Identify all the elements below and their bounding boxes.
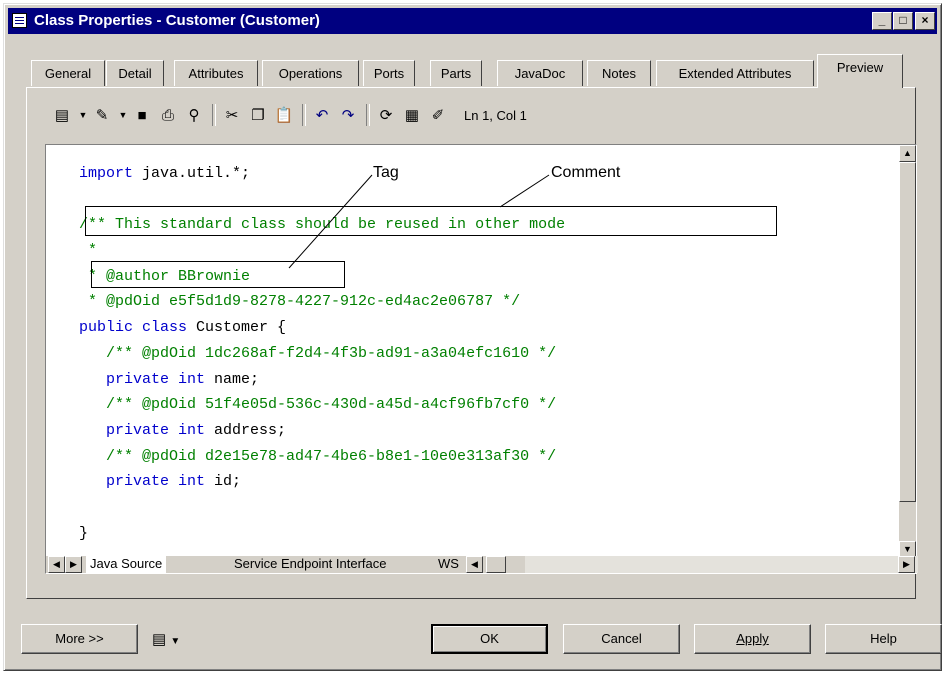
code-token: } [79,524,89,542]
cut-icon[interactable]: ✂ [222,105,242,125]
tab-java-source[interactable]: Java Source [86,556,167,573]
tab-operations[interactable]: Operations [262,60,359,86]
toolbar: ▤ ▼ ✎ ▼ ■ ⎙ ⚲ ✂ ❐ 📋 ↶ ↷ ⟳ ▦ ✐ Ln 1, Col … [52,100,527,130]
code-line[interactable]: /** @pdOid 51f4e05d-536c-430d-a45d-a4cf9… [79,392,565,418]
chevron-down-icon[interactable]: ▼ [118,105,128,125]
code-token: * [79,242,98,260]
hscroll-thumb[interactable] [486,556,506,573]
code-line[interactable]: * @pdOid e5f5d1d9-8278-4227-912c-ed4ac2e… [79,289,565,315]
options-dropdown[interactable]: ▤ ▼ [152,630,180,648]
close-button[interactable]: × [915,12,935,30]
code-line[interactable]: * [79,238,565,264]
hscroll-left-icon[interactable]: ◀ [466,556,483,573]
code-line[interactable]: /** @pdOid d2e15e78-ad47-4be6-b8e1-10e0e… [79,444,565,470]
code-line[interactable]: /** @pdOid 1dc268af-f2d4-4f3b-ad91-a3a04… [79,341,565,367]
code-token: private int [79,370,206,388]
tag-annotation-label: Tag [373,164,399,181]
tab-detail[interactable]: Detail [106,60,164,86]
tab-scroll-left-icon[interactable]: ◀ [48,556,65,573]
comment-annotation-label: Comment [551,164,621,181]
refresh-icon[interactable]: ⟳ [376,105,396,125]
copy-icon[interactable]: ❐ [248,105,268,125]
tab-attributes[interactable]: Attributes [174,60,258,86]
code-token: id; [205,473,242,491]
scroll-thumb[interactable] [899,162,916,502]
tab-ports[interactable]: Ports [363,60,415,86]
tab-notes[interactable]: Notes [587,60,651,86]
window-menu-icon[interactable] [12,13,27,28]
code-line[interactable]: private int address; [79,418,565,444]
cancel-button[interactable]: Cancel [563,624,680,654]
apply-button[interactable]: Apply [694,624,811,654]
undo-icon[interactable]: ↶ [312,105,332,125]
title-bar[interactable]: Class Properties - Customer (Customer) _… [8,8,937,34]
tab-preview[interactable]: Preview [817,54,903,88]
minimize-button[interactable]: _ [872,12,892,30]
code-token: Customer { [187,319,287,337]
ok-button[interactable]: OK [431,624,548,654]
code-line[interactable]: } [79,521,565,547]
code-token: import [79,165,134,182]
tab-parts[interactable]: Parts [430,60,482,86]
code-token: * @pdOid e5f5d1d9-8278-4227-912c-ed4ac2e… [79,293,521,311]
toolbar-separator [212,104,216,126]
tab-javadoc[interactable]: JavaDoc [497,60,583,86]
print-icon[interactable]: ⎙ [158,105,178,125]
tab-service-endpoint-interface[interactable]: Service Endpoint Interface [230,556,390,573]
tab-general[interactable]: General [31,60,105,86]
comment-highlight-box [85,206,777,236]
tab-ws[interactable]: WS [434,556,463,573]
redo-icon[interactable]: ↷ [338,105,358,125]
code-token: /** @pdOid 1dc268af-f2d4-4f3b-ad91-a3a04… [79,344,557,362]
maximize-button[interactable]: □ [893,12,913,30]
code-line[interactable] [79,495,565,521]
code-token: java.util.*; [133,165,251,182]
more-button[interactable]: More >> [21,624,138,654]
code-line[interactable]: private int id; [79,469,565,495]
toolbar-separator [302,104,306,126]
tag-highlight-box [91,261,345,288]
window-title: Class Properties - Customer (Customer) [34,12,320,29]
list-menu-icon[interactable]: ▤ [52,105,72,125]
help-button[interactable]: Help [825,624,942,654]
tab-scroll-right-icon[interactable]: ▶ [65,556,82,573]
code-token: /** @pdOid d2e15e78-ad47-4be6-b8e1-10e0e… [79,447,557,465]
find-icon[interactable]: ⚲ [184,105,204,125]
hscroll-right-icon[interactable]: ▶ [898,556,915,573]
chevron-down-icon[interactable]: ▼ [78,105,88,125]
source-tab-bar: ◀ ▶ Java Source Service Endpoint Interfa… [46,556,918,573]
cursor-position: Ln 1, Col 1 [464,107,527,123]
vertical-scrollbar[interactable]: ▲ ▼ [899,145,916,558]
code-token: address; [205,421,287,439]
horizontal-scrollbar[interactable] [525,556,918,573]
paste-icon[interactable]: 📋 [274,105,294,125]
apply-button-label: Apply [736,631,769,646]
code-line[interactable]: public class Customer { [79,315,565,341]
code-token: private int [79,421,206,439]
table-icon[interactable]: ▦ [402,105,422,125]
scroll-up-icon[interactable]: ▲ [899,145,916,162]
code-token: name; [205,370,260,388]
tab-extended-attributes[interactable]: Extended Attributes [656,60,814,86]
edit-icon[interactable]: ✐ [428,105,448,125]
save-icon[interactable]: ■ [132,105,152,125]
edit-script-icon[interactable]: ✎ [92,105,112,125]
code-token: /** @pdOid 51f4e05d-536c-430d-a45d-a4cf9… [79,396,557,414]
code-token: public class [79,319,188,337]
toolbar-separator [366,104,370,126]
code-line[interactable]: private int name; [79,367,565,393]
code-line[interactable]: import java.util.*; [79,161,565,187]
code-token: private int [79,473,206,491]
